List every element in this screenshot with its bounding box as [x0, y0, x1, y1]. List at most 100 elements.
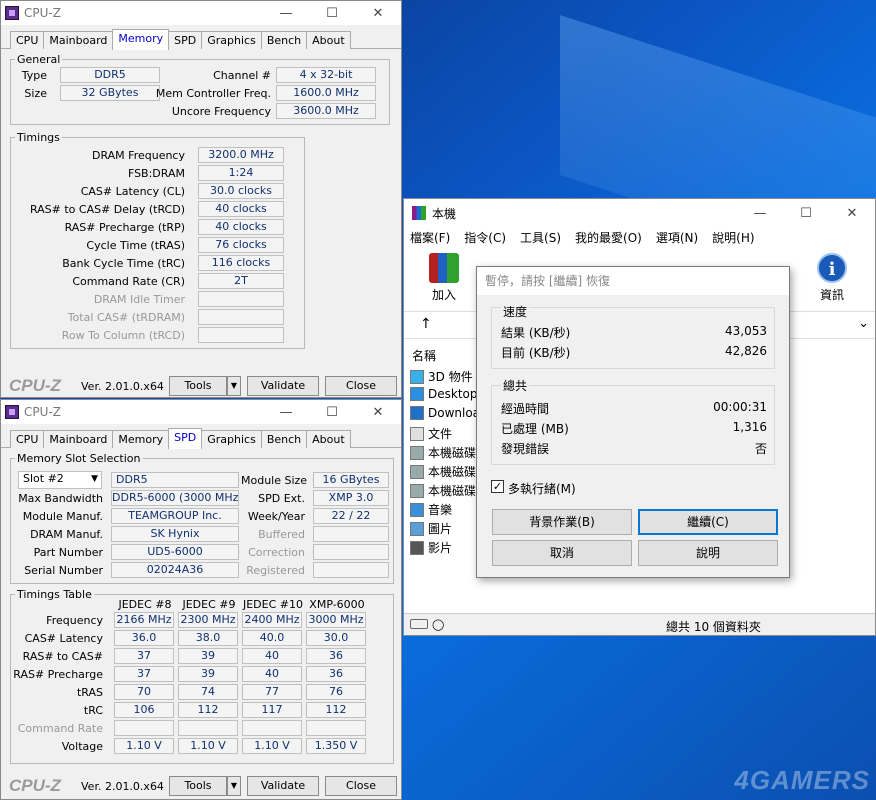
slot-select[interactable]: Slot #2 ▼ [18, 471, 102, 489]
tab-memory[interactable]: Memory [112, 430, 170, 448]
tab-about[interactable]: About [306, 31, 351, 49]
dialog-title: 暫停，請按 [繼續] 恢復 [477, 267, 789, 295]
processed-label: 已處理 (MB) [501, 422, 569, 436]
table-row-label: tRAS [76, 686, 103, 699]
chevron-down-icon: ▼ [91, 474, 98, 484]
up-arrow-icon[interactable]: ↑ [420, 316, 432, 332]
minimize-icon[interactable]: — [737, 206, 783, 221]
document-icon [410, 426, 424, 441]
list-item-label: 影片 [428, 541, 453, 555]
table-cell: 1.10 V [114, 738, 174, 754]
list-item[interactable]: 本機磁碟 [410, 444, 476, 461]
timing-value: 1:24 [198, 165, 284, 181]
help-button[interactable]: 說明 [638, 540, 778, 566]
tools-button[interactable]: Tools [169, 776, 227, 796]
tools-dropdown-icon[interactable]: ▼ [227, 776, 241, 796]
cpuz-brand-logo: CPU-Z [9, 776, 61, 795]
list-item[interactable]: 本機磁碟 [410, 463, 476, 480]
status-bar: ◯ 總共 10 個資料夾 [404, 613, 875, 635]
title-bar[interactable]: CPU-Z — ☐ ✕ [1, 1, 401, 25]
elapsed-label: 經過時間 [501, 402, 550, 416]
list-item[interactable]: 本機磁碟 [410, 482, 476, 499]
list-item[interactable]: 圖片 [410, 520, 452, 537]
maximize-icon[interactable]: ☐ [309, 6, 355, 21]
tab-spd[interactable]: SPD [168, 428, 203, 449]
cancel-button[interactable]: 取消 [492, 540, 632, 566]
spd-label: Max Bandwidth [18, 492, 103, 505]
drive-icon [410, 464, 424, 479]
timing-value [198, 291, 284, 307]
spd-label: Module Manuf. [22, 510, 103, 523]
tools-dropdown-icon[interactable]: ▼ [227, 376, 241, 396]
books-icon [429, 253, 459, 283]
menu-item[interactable]: 選項(N) [656, 227, 698, 249]
list-item-label: Desktop [428, 387, 478, 401]
title-bar[interactable]: CPU-Z — ☐ ✕ [1, 400, 401, 424]
table-cell: 112 [306, 702, 366, 718]
continue-button[interactable]: 繼續(C) [638, 509, 778, 535]
table-cell: 36.0 [114, 630, 174, 646]
tab-mainboard[interactable]: Mainboard [43, 31, 114, 49]
multithread-label[interactable]: 多執行緒(M) [508, 480, 576, 497]
menu-item[interactable]: 說明(H) [712, 227, 754, 249]
table-cell [114, 720, 174, 736]
list-item-label: 本機磁碟 [428, 446, 477, 460]
column-header: JEDEC #8 [118, 598, 172, 611]
title-bar[interactable]: 本機 — ☐ ✕ [404, 199, 875, 227]
name-column-header[interactable]: 名稱 [412, 347, 436, 364]
current-value: 42,826 [725, 344, 767, 358]
validate-button[interactable]: Validate [247, 376, 319, 396]
list-item[interactable]: 影片 [410, 539, 452, 556]
type-value: DDR5 [60, 67, 160, 83]
timing-value: 3200.0 MHz [198, 147, 284, 163]
validate-button[interactable]: Validate [247, 776, 319, 796]
list-item[interactable]: 音樂 [410, 501, 452, 518]
close-icon[interactable]: ✕ [355, 6, 401, 21]
multithread-checkbox[interactable]: ✓ [491, 480, 504, 493]
spd-right-label: SPD Ext. [258, 492, 305, 505]
table-row-label: Command Rate [17, 722, 103, 735]
close-button[interactable]: Close [325, 376, 397, 396]
info-button[interactable]: i 資訊 [812, 253, 852, 303]
memctrl-value: 1600.0 MHz [276, 85, 376, 101]
list-item[interactable]: Desktop [410, 387, 478, 401]
timing-label: Bank Cycle Time (tRC) [62, 257, 185, 270]
list-item[interactable]: 3D 物件 [410, 368, 473, 385]
cpuz-app-icon [5, 405, 19, 419]
timing-label: Cycle Time (tRAS) [86, 239, 185, 252]
spd-label: Part Number [33, 546, 103, 559]
tab-graphics[interactable]: Graphics [201, 430, 262, 448]
tab-graphics[interactable]: Graphics [201, 31, 262, 49]
version-label: Ver. 2.01.0.x64 [81, 779, 164, 793]
close-icon[interactable]: ✕ [829, 206, 875, 221]
menu-item[interactable]: 我的最愛(O) [575, 227, 642, 249]
size-value: 32 GBytes [60, 85, 160, 101]
add-button[interactable]: 加入 [424, 253, 464, 303]
close-button[interactable]: Close [325, 776, 397, 796]
tab-about[interactable]: About [306, 430, 351, 448]
table-cell [306, 720, 366, 736]
tab-bench[interactable]: Bench [260, 31, 308, 49]
tools-button[interactable]: Tools [169, 376, 227, 396]
spd-value: DDR5-6000 (3000 MHz) [111, 490, 239, 506]
elapsed-value: 00:00:31 [713, 400, 767, 414]
maximize-icon[interactable]: ☐ [783, 206, 829, 221]
menu-item[interactable]: 檔案(F) [410, 227, 450, 249]
tab-bench[interactable]: Bench [260, 430, 308, 448]
window-title: CPU-Z [24, 405, 61, 419]
address-dropdown-icon[interactable]: ⌄ [858, 316, 869, 331]
close-icon[interactable]: ✕ [355, 405, 401, 420]
list-item[interactable]: 文件 [410, 425, 452, 442]
tab-cpu[interactable]: CPU [10, 430, 45, 448]
menu-item[interactable]: 指令(C) [464, 227, 506, 249]
tab-spd[interactable]: SPD [168, 31, 203, 49]
background-button[interactable]: 背景作業(B) [492, 509, 632, 535]
minimize-icon[interactable]: — [263, 405, 309, 420]
tab-mainboard[interactable]: Mainboard [43, 430, 114, 448]
table-cell: 2166 MHz [114, 612, 174, 628]
tab-cpu[interactable]: CPU [10, 31, 45, 49]
menu-item[interactable]: 工具(S) [520, 227, 561, 249]
minimize-icon[interactable]: — [263, 6, 309, 21]
maximize-icon[interactable]: ☐ [309, 405, 355, 420]
tab-memory[interactable]: Memory [112, 29, 170, 50]
